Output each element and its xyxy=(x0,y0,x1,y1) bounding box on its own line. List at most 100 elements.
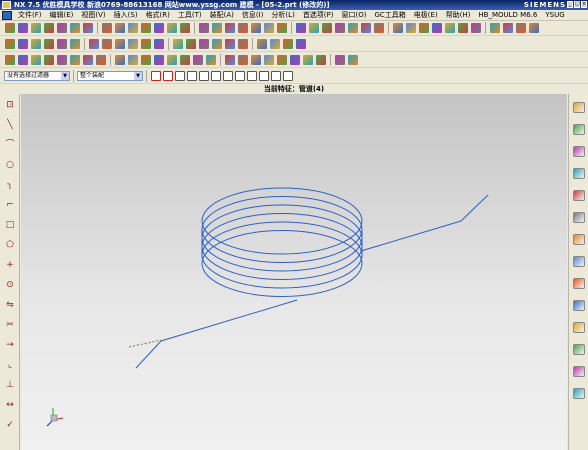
split-body-icon[interactable] xyxy=(251,23,261,33)
menu-tools[interactable]: 工具(T) xyxy=(174,10,206,20)
scope-dropdown[interactable]: 整个装配 ▼ xyxy=(77,71,143,81)
copy-to-layer-icon[interactable] xyxy=(44,39,54,49)
arc-center-icon[interactable] xyxy=(283,71,293,81)
tube-helix-coils[interactable] xyxy=(201,187,363,297)
menu-assemblies[interactable]: 装配(A) xyxy=(206,10,238,20)
replace-face-icon[interactable] xyxy=(419,23,429,33)
menu-view[interactable]: 视图(V) xyxy=(77,10,109,20)
dimension-icon[interactable]: ↔ xyxy=(4,400,16,410)
composite-curve-icon[interactable] xyxy=(206,55,216,65)
datum-plane-icon[interactable] xyxy=(335,23,345,33)
rectangle-icon[interactable] xyxy=(44,55,54,65)
maximize-button[interactable]: □ xyxy=(574,1,580,8)
line-icon[interactable] xyxy=(5,55,15,65)
paste-icon[interactable] xyxy=(70,23,80,33)
csys-icon[interactable] xyxy=(257,39,267,49)
menu-electrode[interactable]: 电极(E) xyxy=(410,10,442,20)
helix-coil-loop[interactable] xyxy=(201,187,363,255)
sweep-icon[interactable] xyxy=(309,23,319,33)
circle-icon[interactable]: ○ xyxy=(4,160,16,170)
extrude-icon[interactable] xyxy=(115,23,125,33)
unite-icon[interactable] xyxy=(264,23,274,33)
mesh-icon[interactable] xyxy=(348,55,358,65)
select-all-icon[interactable] xyxy=(151,71,161,81)
roles-icon[interactable] xyxy=(573,278,585,289)
arc-icon[interactable]: ⌒ xyxy=(4,140,16,150)
close-button[interactable]: × xyxy=(581,1,587,8)
trim-icon[interactable]: ✂ xyxy=(4,320,16,330)
block-icon[interactable] xyxy=(303,55,313,65)
wcs-icon[interactable] xyxy=(238,39,248,49)
isoparametric-icon[interactable] xyxy=(225,55,235,65)
line-icon[interactable]: ╲ xyxy=(4,120,16,130)
helix-coil-loop[interactable] xyxy=(201,204,363,272)
offset-curve-icon[interactable] xyxy=(128,55,138,65)
web-browser-icon[interactable] xyxy=(573,190,585,201)
extend-icon[interactable]: → xyxy=(4,340,16,350)
intersection-curve-icon[interactable] xyxy=(115,55,125,65)
menu-edit[interactable]: 编辑(E) xyxy=(46,10,78,20)
join-curve-icon[interactable] xyxy=(154,55,164,65)
hide-icon[interactable] xyxy=(70,39,80,49)
helix-coil-loop[interactable] xyxy=(201,213,363,280)
draft-icon[interactable] xyxy=(225,23,235,33)
minimize-button[interactable]: _ xyxy=(567,1,573,8)
journal-icon[interactable] xyxy=(573,388,585,399)
pocket-icon[interactable] xyxy=(167,23,177,33)
tube-lead-out-line[interactable] xyxy=(360,194,489,252)
shell-icon[interactable] xyxy=(212,23,222,33)
offset-icon[interactable]: ⊙ xyxy=(4,280,16,290)
mid-point-icon[interactable] xyxy=(199,71,209,81)
datum-axis-icon[interactable] xyxy=(348,23,358,33)
polygon-icon[interactable]: ⬠ xyxy=(4,240,16,250)
show-all-icon[interactable] xyxy=(89,39,99,49)
view-top-icon[interactable] xyxy=(128,39,138,49)
project-curve-icon[interactable] xyxy=(96,55,106,65)
existing-point-icon[interactable] xyxy=(259,71,269,81)
subtract-icon[interactable] xyxy=(277,23,287,33)
zoom-icon[interactable] xyxy=(490,23,500,33)
menu-gc-toolkit[interactable]: GC工具箱 xyxy=(370,10,409,20)
delete-face-icon[interactable] xyxy=(445,23,455,33)
manufacturing-icon[interactable] xyxy=(573,256,585,267)
nx-start-icon[interactable] xyxy=(2,10,12,20)
info-icon[interactable] xyxy=(296,39,306,49)
hole-icon[interactable] xyxy=(141,23,151,33)
transparency-icon[interactable] xyxy=(212,39,222,49)
system-scenes-icon[interactable] xyxy=(573,300,585,311)
pattern-icon[interactable] xyxy=(393,23,403,33)
history-icon[interactable] xyxy=(573,212,585,223)
assembly-navigator-icon[interactable] xyxy=(573,102,585,113)
point-icon[interactable] xyxy=(225,39,235,49)
trim-curve-icon[interactable] xyxy=(167,55,177,65)
arc-icon[interactable] xyxy=(18,55,28,65)
helix-icon[interactable] xyxy=(83,55,93,65)
fillet-icon[interactable]: ╮ xyxy=(4,180,16,190)
system-materials-icon[interactable] xyxy=(573,322,585,333)
wireframe-icon[interactable] xyxy=(471,23,481,33)
corner-icon[interactable]: ⌞ xyxy=(4,360,16,370)
fillet-curve-icon[interactable] xyxy=(251,55,261,65)
sphere-icon[interactable] xyxy=(290,55,300,65)
show-hide-icon[interactable] xyxy=(57,39,67,49)
new-icon[interactable] xyxy=(5,23,15,33)
palette-icon[interactable] xyxy=(573,344,585,355)
measure-distance-icon[interactable] xyxy=(270,39,280,49)
extract-curve-icon[interactable] xyxy=(193,55,203,65)
rectangle-icon[interactable]: □ xyxy=(4,220,16,230)
boss-icon[interactable] xyxy=(154,23,164,33)
cut-icon[interactable] xyxy=(44,23,54,33)
graphics-window[interactable] xyxy=(21,94,567,450)
quadrant-point-icon[interactable] xyxy=(247,71,257,81)
curve-length-icon[interactable] xyxy=(277,55,287,65)
menu-insert[interactable]: 插入(S) xyxy=(110,10,142,20)
spline-icon[interactable] xyxy=(70,55,80,65)
knowledge-icon[interactable] xyxy=(573,366,585,377)
edit-object-display-icon[interactable] xyxy=(186,39,196,49)
menu-preferences[interactable]: 首选项(P) xyxy=(299,10,338,20)
hd3d-icon[interactable] xyxy=(573,168,585,179)
trim-body-icon[interactable] xyxy=(238,23,248,33)
offset-face-icon[interactable] xyxy=(406,23,416,33)
move-to-layer-icon[interactable] xyxy=(31,39,41,49)
view-front-icon[interactable] xyxy=(115,39,125,49)
